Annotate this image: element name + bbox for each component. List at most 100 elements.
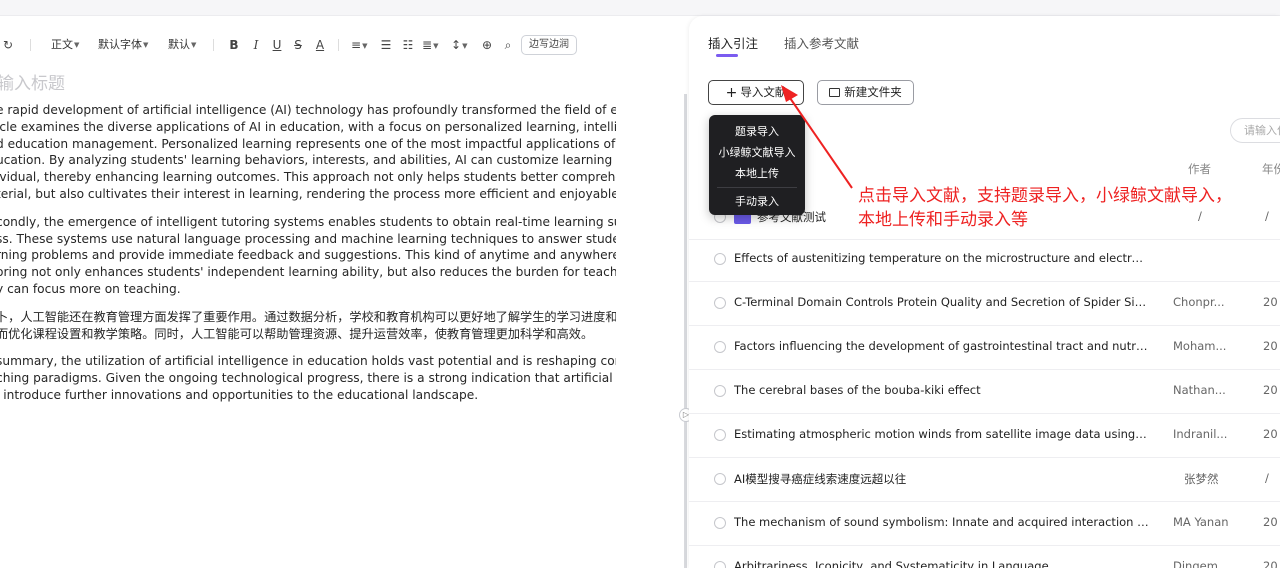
insert-icon[interactable]: ⊕ (479, 34, 495, 56)
text-line: d education management. Personalized lea… (0, 136, 616, 151)
toolbar-divider (30, 39, 31, 51)
text-line: oring not only enhances students' indepe… (0, 265, 616, 280)
reference-year: 20 (1263, 339, 1278, 353)
paragraph: summary, the utilization of artificial i… (0, 353, 616, 403)
font-color-button[interactable]: A (312, 34, 328, 56)
line-height-icon[interactable]: ↕▼ (451, 34, 467, 56)
column-header-year: 年份 (1262, 162, 1280, 176)
text-line: summary, the utilization of artificial i… (0, 354, 616, 369)
font-family-select[interactable]: 默认字体▼ (98, 34, 148, 56)
paragraph-style-select[interactable]: 正文▼ (51, 34, 79, 56)
import-literature-button[interactable]: + 导入文献 (708, 80, 804, 105)
document-title-input[interactable]: 输入标题 (0, 69, 65, 94)
select-radio[interactable] (714, 341, 726, 353)
chevron-down-icon: ▼ (143, 41, 149, 49)
reference-title: Arbitrariness, Iconicity, and Systematic… (734, 559, 1049, 568)
font-size-select[interactable]: 默认▼ (168, 34, 196, 56)
select-radio[interactable] (714, 517, 726, 529)
text-line: ching paradigms. Given the ongoing techn… (0, 371, 616, 386)
reference-title: C-Terminal Domain Controls Protein Quali… (734, 295, 1149, 309)
search-icon[interactable]: ⌕ (500, 34, 516, 56)
reference-title: Estimating atmospheric motion winds from… (734, 427, 1149, 441)
menu-item-citation-import[interactable]: 题录导入 (709, 121, 805, 142)
chevron-down-icon: ▼ (74, 41, 80, 49)
toolbar-divider (213, 39, 214, 51)
select-radio[interactable] (714, 297, 726, 309)
reference-row[interactable]: The cerebral bases of the bouba-kiki eff… (689, 370, 1280, 414)
menu-item-xiaolvjing-import[interactable]: 小绿鲸文献导入 (709, 142, 805, 163)
select-radio[interactable] (714, 385, 726, 397)
annotation-line: 点击导入文献，支持题录导入，小绿鲸文献导入， (858, 186, 1232, 206)
reference-year: / (1265, 209, 1269, 223)
indent-icon[interactable]: ☰ (378, 34, 394, 56)
active-tab-indicator (716, 54, 738, 57)
paragraph: condly, the emergence of intelligent tut… (0, 214, 616, 298)
search-input[interactable]: 请输入位 (1230, 118, 1280, 143)
new-folder-label: 新建文件夹 (844, 85, 902, 99)
reference-year: 20 (1263, 515, 1278, 529)
reference-year: / (1265, 471, 1269, 485)
reference-title: Factors influencing the development of g… (734, 339, 1149, 353)
write-while-edit-button[interactable]: 边写边润 (521, 35, 577, 55)
font-size-value: 默认 (168, 38, 190, 51)
reference-row[interactable]: Estimating atmospheric motion winds from… (689, 414, 1280, 458)
reference-author: MA Yanan (1173, 515, 1229, 529)
text-line: y can focus more on teaching. (0, 281, 181, 296)
reference-title: Effects of austenitizing temperature on … (734, 251, 1149, 265)
menu-item-manual-entry[interactable]: 手动录入 (709, 191, 805, 212)
text-line: 卜，人工智能还在教育管理方面发挥了重要作用。通过数据分析，学校和教育机构可以更好… (0, 309, 616, 324)
reference-row[interactable]: Arbitrariness, Iconicity, and Systematic… (689, 546, 1280, 568)
citation-panel: 插入引注 插入参考文献 +导入文献 新建文件夹 请输入位 作者 年份 参考文献测… (689, 16, 1280, 568)
document-body[interactable]: e rapid development of artificial intell… (0, 102, 616, 415)
font-family-value: 默认字体 (98, 38, 142, 51)
reference-author: Nathan... (1173, 383, 1226, 397)
list-icon[interactable]: ≣▼ (422, 34, 438, 56)
reference-row[interactable]: Factors influencing the development of g… (689, 326, 1280, 370)
strikethrough-button[interactable]: S (290, 34, 306, 56)
reference-author: Moham... (1173, 339, 1227, 353)
text-line: rning problems and provide immediate fee… (0, 248, 616, 263)
menu-divider (717, 187, 797, 188)
select-radio[interactable] (714, 473, 726, 485)
document-editor[interactable]: ↻ 正文▼ 默认字体▼ 默认▼ B I U S A ≡▼ ☰ ☷ ≣▼ ↕▼ ⊕… (0, 16, 684, 568)
text-line: ividual, thereby enhancing learning outc… (0, 170, 616, 185)
underline-button[interactable]: U (269, 34, 285, 56)
panel-divider[interactable] (684, 94, 687, 568)
column-header-author: 作者 (1188, 162, 1211, 176)
reference-row[interactable]: The mechanism of sound symbolism: Innate… (689, 502, 1280, 546)
select-radio[interactable] (714, 429, 726, 441)
tab-insert-citation[interactable]: 插入引注 (708, 33, 758, 52)
italic-button[interactable]: I (248, 34, 264, 56)
bold-button[interactable]: B (226, 34, 242, 56)
redo-icon[interactable]: ↻ (0, 34, 16, 56)
plus-icon: + (725, 85, 738, 101)
text-line: 而优化课程设置和教学策略。同时，人工智能可以帮助管理资源、提升运营效率，使教育管… (0, 326, 594, 341)
tab-insert-references[interactable]: 插入参考文献 (784, 33, 859, 52)
reference-title: AI模型搜寻癌症线索速度远超以往 (734, 472, 907, 486)
text-line: e rapid development of artificial intell… (0, 103, 616, 117)
paragraph: 卜，人工智能还在教育管理方面发挥了重要作用。通过数据分析，学校和教育机构可以更好… (0, 309, 616, 343)
reference-year: 20 (1263, 427, 1278, 441)
reference-row[interactable]: AI模型搜寻癌症线索速度远超以往 张梦然 / (689, 458, 1280, 502)
reference-row[interactable]: Effects of austenitizing temperature on … (689, 238, 1280, 282)
reference-title: The mechanism of sound symbolism: Innate… (734, 515, 1149, 529)
select-radio[interactable] (714, 253, 726, 265)
text-line: l introduce further innovations and oppo… (0, 387, 479, 402)
reference-year: 20 (1263, 559, 1278, 568)
align-icon[interactable]: ≡▼ (351, 34, 367, 56)
chevron-down-icon: ▼ (191, 41, 197, 49)
reference-author: Chonpr... (1173, 295, 1225, 309)
reference-title: The cerebral bases of the bouba-kiki eff… (734, 383, 981, 397)
folder-icon (829, 88, 841, 97)
text-line: terial, but also cultivates their intere… (0, 186, 616, 201)
reference-row[interactable]: C-Terminal Domain Controls Protein Quali… (689, 282, 1280, 326)
select-radio[interactable] (714, 561, 726, 568)
new-folder-button[interactable]: 新建文件夹 (817, 80, 914, 105)
reference-year: 20 (1263, 295, 1278, 309)
annotation-text: 点击导入文献，支持题录导入，小绿鲸文献导入， 本地上传和手动录入等 (858, 184, 1232, 232)
window-top-bar (0, 0, 1280, 16)
outdent-icon[interactable]: ☷ (400, 34, 416, 56)
menu-item-local-upload[interactable]: 本地上传 (709, 163, 805, 184)
toolbar-divider (338, 39, 339, 51)
paragraph: e rapid development of artificial intell… (0, 102, 616, 203)
